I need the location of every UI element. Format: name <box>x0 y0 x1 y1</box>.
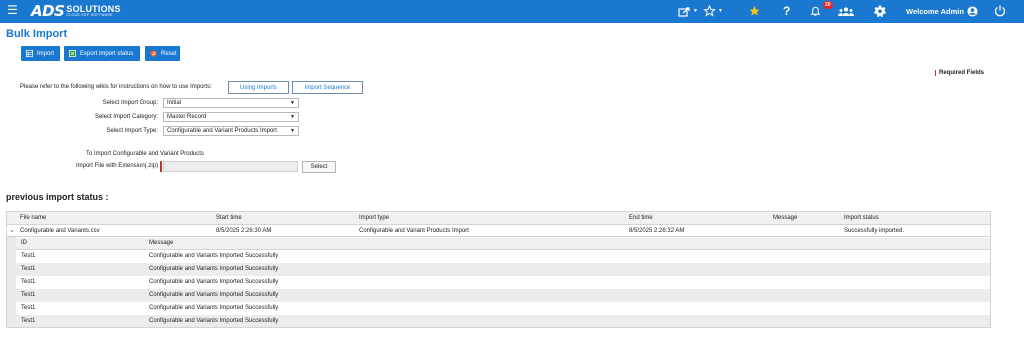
detail-id-cell: Test1 <box>21 318 36 324</box>
import-status-grid: File name Start time Import type End tim… <box>6 211 991 328</box>
bell-icon <box>810 6 821 16</box>
share-menu[interactable]: ▼ <box>678 2 698 20</box>
import-file-input[interactable] <box>163 161 298 172</box>
list-item: Test1 Configurable and Variants Imported… <box>16 276 990 289</box>
detail-id-cell: Test1 <box>21 305 36 311</box>
users-button[interactable] <box>838 2 854 20</box>
top-navigation-bar: ☰ ADS SOLUTIONS CLOUD ERP SOFTWARE ▼ ▼ ?… <box>0 0 1024 23</box>
import-group-select[interactable]: Initial ▼ <box>163 98 299 108</box>
detail-indent <box>7 237 16 327</box>
power-icon <box>994 5 1006 17</box>
column-header-end-time[interactable]: End time <box>629 215 653 221</box>
logo-tagline: CLOUD ERP SOFTWARE <box>66 12 113 17</box>
detail-message-cell: Configurable and Variants Imported Succe… <box>149 253 279 259</box>
user-circle-icon <box>967 6 978 17</box>
import-group-value: Initial <box>167 100 182 106</box>
column-header-import-status[interactable]: Import status <box>844 215 879 221</box>
chevron-down-icon[interactable]: ⌄ <box>9 226 15 234</box>
detail-column-header-message[interactable]: Message <box>149 240 173 246</box>
detail-message-cell: Configurable and Variants Imported Succe… <box>149 266 279 272</box>
import-file-label: Import File with Extension(.zip) <box>75 163 158 169</box>
chevron-down-icon: ▼ <box>718 8 723 14</box>
chevron-down-icon: ▼ <box>693 8 698 14</box>
welcome-text: Welcome Admin <box>906 7 964 16</box>
logo-text: SOLUTIONS CLOUD ERP SOFTWARE <box>66 4 120 18</box>
file-name-cell: Configurable and Variants.csv <box>20 228 100 234</box>
import-sequence-link[interactable]: Import Sequence <box>292 81 363 94</box>
list-item: Test1 Configurable and Variants Imported… <box>16 263 990 276</box>
list-item: Test1 Configurable and Variants Imported… <box>16 289 990 302</box>
welcome-user-menu[interactable]: Welcome Admin <box>906 6 978 17</box>
logo-mark: ADS <box>31 2 65 20</box>
notifications-button[interactable]: 20 <box>810 1 833 20</box>
import-status-cell: Successfully imported. <box>844 228 905 234</box>
start-time-cell: 8/5/2025 2:26:30 AM <box>216 228 272 234</box>
export-import-status-button[interactable]: Export import status <box>64 46 140 61</box>
detail-id-cell: Test1 <box>21 266 36 272</box>
settings-button[interactable] <box>874 2 886 20</box>
import-group-label: Select Import Group: <box>102 100 158 106</box>
import-caption: To Import Configurable and Variant Produ… <box>86 151 204 157</box>
reset-button[interactable]: Reset <box>145 46 180 61</box>
detail-message-cell: Configurable and Variants Imported Succe… <box>149 318 279 324</box>
logout-button[interactable] <box>994 2 1006 20</box>
detail-column-header-id[interactable]: ID <box>21 240 27 246</box>
export-button-label: Export import status <box>80 50 134 57</box>
required-marker <box>160 161 162 172</box>
chevron-down-icon: ▼ <box>290 100 295 106</box>
help-icon[interactable]: ? <box>783 2 790 20</box>
using-imports-link[interactable]: Using Imports <box>228 81 289 94</box>
required-fields-legend: Required Fields <box>935 70 984 76</box>
end-time-cell: 8/5/2025 2:26:32 AM <box>629 228 685 234</box>
column-header-message[interactable]: Message <box>773 215 797 221</box>
import-type-select[interactable]: Configurable and Variant Products Import… <box>163 126 299 136</box>
import-type-cell: Configurable and Variant Products Import <box>359 228 469 234</box>
share-icon <box>678 6 690 17</box>
grid-header: File name Start time Import type End tim… <box>7 212 990 225</box>
column-header-import-type[interactable]: Import type <box>359 215 389 221</box>
table-row[interactable]: ⌄ Configurable and Variants.csv 8/5/2025… <box>7 225 990 237</box>
export-icon <box>69 50 76 57</box>
import-category-label: Select Import Category: <box>94 114 158 120</box>
detail-id-cell: Test1 <box>21 253 36 259</box>
detail-grid-header: ID Message <box>16 238 990 250</box>
gear-icon <box>874 5 886 17</box>
column-header-start-time[interactable]: Start time <box>216 215 242 221</box>
detail-message-cell: Configurable and Variants Imported Succe… <box>149 292 279 298</box>
page-title: Bulk Import <box>6 28 68 40</box>
list-item: Test1 Configurable and Variants Imported… <box>16 315 990 327</box>
import-button[interactable]: Import <box>21 46 60 61</box>
list-item: Test1 Configurable and Variants Imported… <box>16 302 990 315</box>
menu-icon[interactable]: ☰ <box>7 3 18 17</box>
list-item: Test1 Configurable and Variants Imported… <box>16 250 990 263</box>
import-icon <box>26 50 33 57</box>
users-icon <box>838 7 854 16</box>
wiki-instructions-label: Please refer to the following wikis for … <box>20 84 212 90</box>
detail-message-cell: Configurable and Variants Imported Succe… <box>149 305 279 311</box>
add-favorite-button[interactable] <box>748 2 761 20</box>
previous-import-status-title: previous import status : <box>6 192 109 202</box>
detail-id-cell: Test1 <box>21 292 36 298</box>
chevron-down-icon: ▼ <box>290 128 295 134</box>
import-type-value: Configurable and Variant Products Import <box>167 128 277 134</box>
detail-message-cell: Configurable and Variants Imported Succe… <box>149 279 279 285</box>
favorites-star-icon <box>749 6 760 16</box>
detail-grid: ID Message Test1 Configurable and Varian… <box>16 238 990 327</box>
import-category-select[interactable]: Master Record ▼ <box>163 112 299 122</box>
ads-logo[interactable]: ADS SOLUTIONS CLOUD ERP SOFTWARE <box>31 2 121 20</box>
column-header-file-name[interactable]: File name <box>20 215 46 221</box>
reset-button-label: Reset <box>161 50 177 57</box>
import-button-label: Import <box>37 50 55 57</box>
import-type-label: Select Import Type: <box>106 128 158 134</box>
detail-id-cell: Test1 <box>21 279 36 285</box>
notification-count-badge: 20 <box>823 1 833 9</box>
reset-icon <box>150 50 157 57</box>
bookmarks-menu[interactable]: ▼ <box>703 2 723 20</box>
select-file-button[interactable]: Select <box>302 161 336 173</box>
chevron-down-icon: ▼ <box>290 114 295 120</box>
star-outline-icon <box>703 5 716 17</box>
import-category-value: Master Record <box>167 114 207 120</box>
